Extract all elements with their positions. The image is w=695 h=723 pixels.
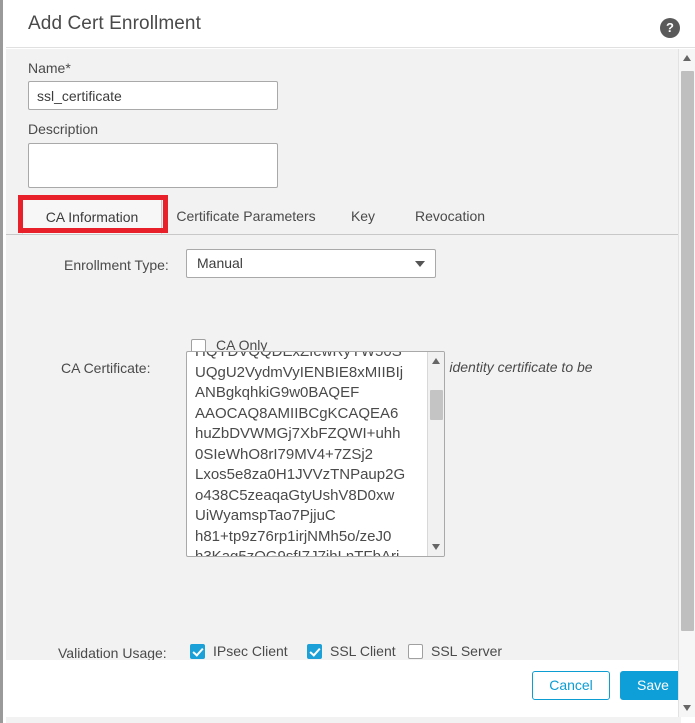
cancel-button[interactable]: Cancel <box>532 671 610 700</box>
ssl-client-checkbox[interactable] <box>307 644 322 659</box>
dialog-header: Add Cert Enrollment ? <box>6 0 695 48</box>
enrollment-type-label: Enrollment Type: <box>64 257 169 273</box>
name-input[interactable] <box>28 81 278 110</box>
ssl-client-label[interactable]: SSL Client <box>330 643 396 659</box>
footer-spacer <box>6 717 681 723</box>
tab-revocation[interactable]: Revocation <box>400 198 500 234</box>
page-title: Add Cert Enrollment <box>28 13 201 34</box>
scroll-down-icon[interactable] <box>432 544 440 550</box>
tab-ca-information[interactable]: CA Information <box>22 198 162 234</box>
page-scroll-up-icon[interactable] <box>683 55 691 61</box>
scrollbar-thumb[interactable] <box>430 390 443 420</box>
ca-certificate-textarea[interactable]: HQYDVQQDExZIewRyYW50S UQgU2VydmVyIENBIE8… <box>186 351 445 557</box>
name-label: Name* <box>28 60 71 76</box>
tab-certificate-parameters[interactable]: Certificate Parameters <box>166 198 326 234</box>
dialog-footer: Cancel Save <box>6 660 695 723</box>
ca-certificate-label: CA Certificate: <box>61 360 151 376</box>
tab-key[interactable]: Key <box>340 198 386 234</box>
ca-certificate-scrollbar[interactable] <box>427 352 444 556</box>
enrollment-type-select[interactable]: Manual <box>186 249 436 278</box>
description-input[interactable] <box>28 143 278 188</box>
help-icon[interactable]: ? <box>660 18 680 38</box>
scroll-up-icon[interactable] <box>432 358 440 364</box>
ssl-server-label[interactable]: SSL Server <box>431 643 502 659</box>
page-scrollbar-thumb[interactable] <box>681 71 694 631</box>
dialog-body: Name* Description CA Information Certifi… <box>6 49 681 660</box>
save-button[interactable]: Save <box>620 671 686 700</box>
ssl-server-checkbox[interactable] <box>408 644 423 659</box>
chevron-down-icon <box>415 261 425 267</box>
page-scrollbar[interactable] <box>678 49 695 717</box>
ipsec-client-label[interactable]: IPsec Client <box>213 643 288 659</box>
add-cert-enrollment-dialog: Add Cert Enrollment ? Name* Description … <box>0 0 695 723</box>
page-scroll-down-icon[interactable] <box>683 705 691 711</box>
tab-bar: CA Information Certificate Parameters Ke… <box>6 198 681 235</box>
ipsec-client-checkbox[interactable] <box>190 644 205 659</box>
description-label: Description <box>28 121 99 137</box>
validation-usage-label: Validation Usage: <box>58 645 167 660</box>
enrollment-type-value: Manual <box>197 255 243 271</box>
ca-certificate-text[interactable]: HQYDVQQDExZIewRyYW50S UQgU2VydmVyIENBIE8… <box>195 352 410 556</box>
